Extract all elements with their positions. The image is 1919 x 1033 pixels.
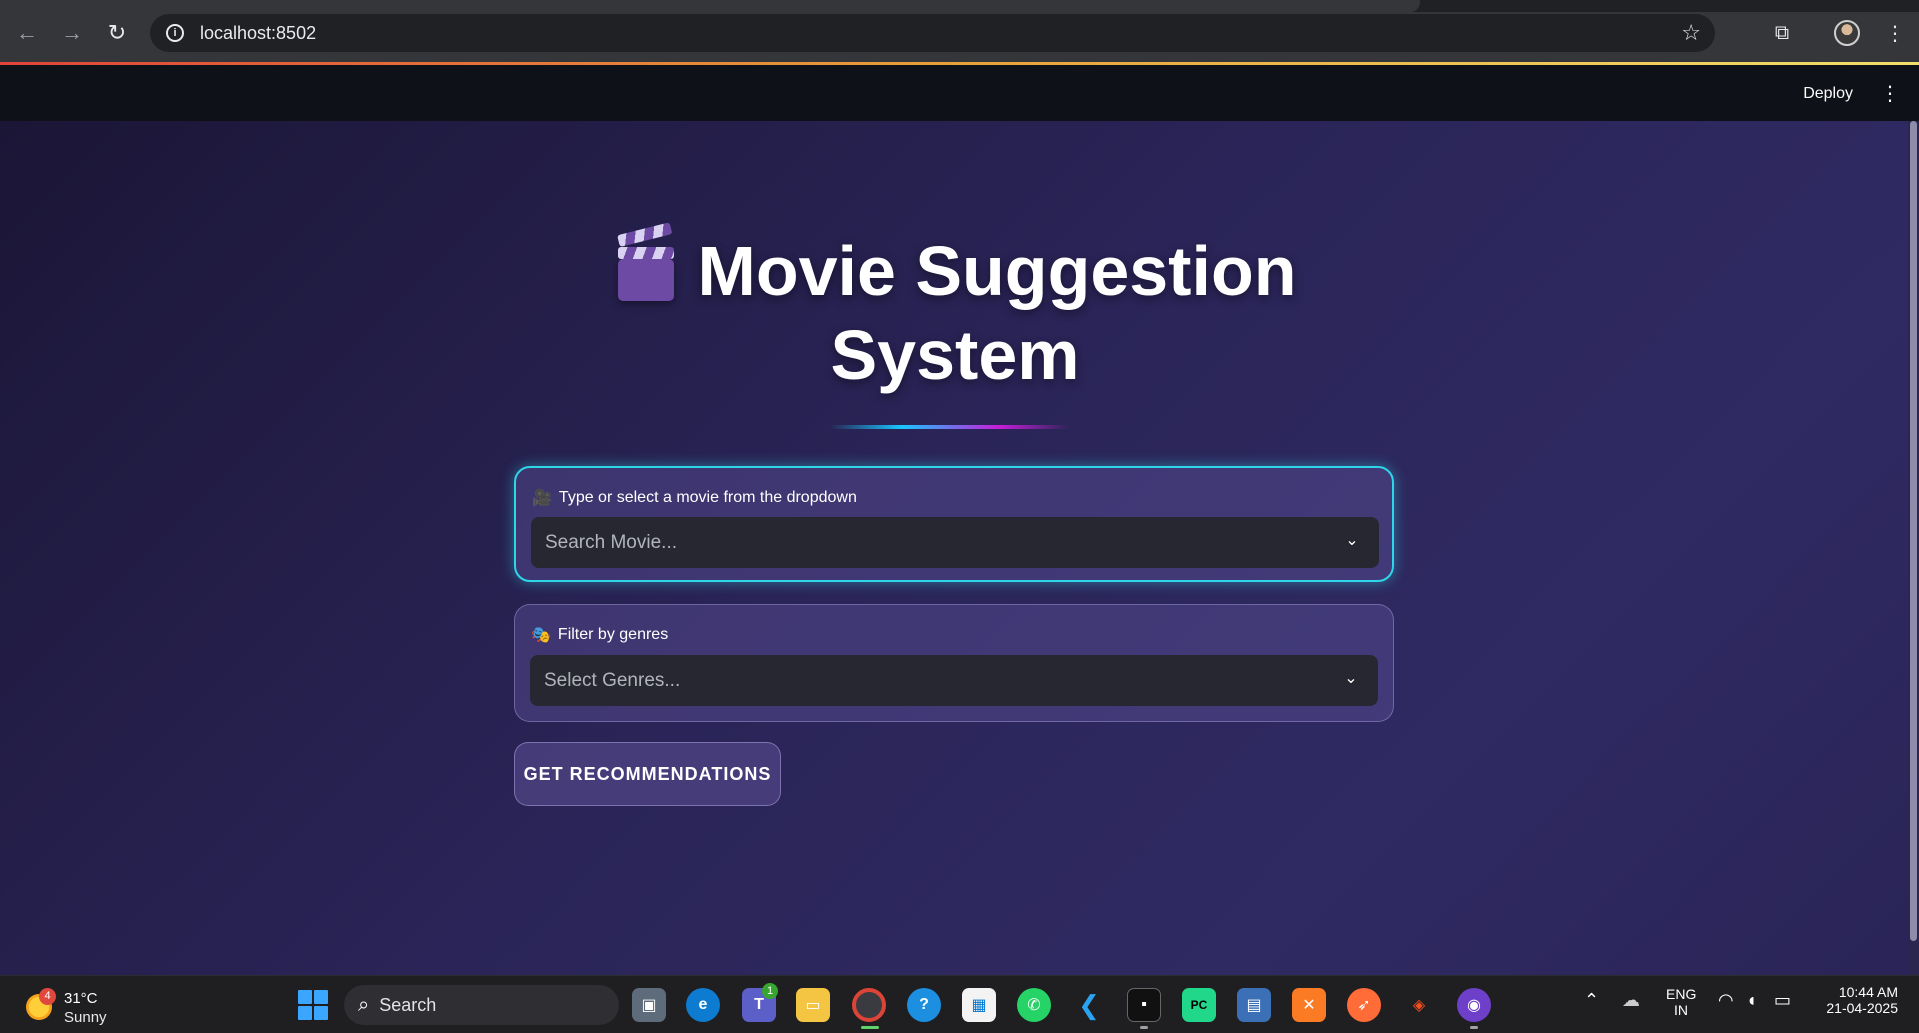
deploy-button[interactable]: Deploy (1795, 79, 1861, 109)
chrome-menu-icon[interactable]: ⋮ (1878, 16, 1912, 50)
title-underline (830, 425, 1070, 429)
language-indicator[interactable]: ENG IN (1666, 986, 1696, 1018)
weather-widget[interactable]: 4 31°C Sunny (24, 984, 144, 1026)
microsoft-store-icon[interactable]: ▦ (962, 988, 996, 1022)
onedrive-offline-icon[interactable]: ☁ (1622, 990, 1640, 1011)
search-icon: ⌕ (358, 993, 370, 1016)
taskbar-search-label: Search (379, 994, 437, 1015)
weather-badge: 4 (39, 988, 56, 1005)
volume-icon[interactable]: ◖ (1746, 990, 1757, 1011)
browser-chrome: ← → ↻ i localhost:8502 ☆ ⧉ ⋮ (0, 0, 1919, 65)
python-icon[interactable]: ▤ (1237, 988, 1271, 1022)
task-view-icon[interactable]: ▣ (632, 988, 666, 1022)
clock[interactable]: 10:44 AM 21-04-2025 (1818, 984, 1898, 1016)
genre-filter-label: 🎭 Filter by genres (531, 625, 668, 645)
running-app-indicator (1140, 1026, 1148, 1029)
address-bar[interactable]: i localhost:8502 ☆ (150, 14, 1715, 52)
active-app-indicator (861, 1026, 879, 1029)
postman-icon[interactable]: ➶ (1347, 988, 1381, 1022)
clock-date: 21-04-2025 (1826, 1000, 1898, 1016)
page-scrollbar[interactable] (1908, 121, 1919, 975)
weather-condition: Sunny (64, 1009, 107, 1026)
back-icon[interactable]: ← (12, 18, 42, 48)
genre-select-placeholder: Select Genres... (544, 669, 681, 691)
extensions-icon[interactable]: ⧉ (1765, 16, 1799, 50)
main-menu-icon[interactable]: ⋮ (1879, 81, 1901, 106)
movie-select-card: 🎥 Type or select a movie from the dropdo… (514, 466, 1394, 582)
language-line1: ENG (1666, 986, 1697, 1002)
running-app-indicator (1470, 1026, 1478, 1029)
bookmark-star-icon[interactable]: ☆ (1681, 20, 1701, 46)
pycharm-icon[interactable]: PC (1182, 988, 1216, 1022)
movie-search-select[interactable]: Search Movie... ⌄ (531, 517, 1379, 568)
clock-time: 10:44 AM (1838, 984, 1898, 1000)
reload-icon[interactable]: ↻ (102, 18, 132, 48)
github-desktop-icon[interactable]: ◉ (1457, 988, 1491, 1022)
weather-temp: 31°C (64, 990, 98, 1007)
movie-search-placeholder: Search Movie... (545, 531, 677, 553)
taskbar-search[interactable]: ⌕ Search (344, 985, 619, 1025)
file-explorer-icon[interactable]: ▭ (796, 988, 830, 1022)
chevron-down-icon[interactable]: ⌄ (1341, 530, 1363, 552)
site-info-icon[interactable]: i (166, 24, 184, 42)
app-main: Movie Suggestion System 🎥 Type or select… (0, 121, 1908, 975)
get-help-icon[interactable]: ? (907, 988, 941, 1022)
genre-multiselect[interactable]: Select Genres... ⌄ (530, 655, 1378, 706)
page-title-text: Movie Suggestion System (697, 232, 1297, 394)
movie-select-label-text: Type or select a movie from the dropdown (558, 489, 857, 506)
windows-taskbar: 4 31°C Sunny ⌕ Search ▣ e T 1 ▭ ? ▦ ✆ ❮ … (0, 975, 1919, 1033)
chevron-down-icon[interactable]: ⌄ (1340, 668, 1362, 690)
whatsapp-icon[interactable]: ✆ (1017, 988, 1051, 1022)
page-title: Movie Suggestion System (600, 222, 1310, 397)
forward-icon[interactable]: → (57, 18, 87, 48)
app-header: Deploy ⋮ (0, 65, 1919, 121)
xampp-icon[interactable]: ✕ (1292, 988, 1326, 1022)
wifi-icon[interactable]: ◠ (1718, 990, 1734, 1011)
movie-camera-icon: 🎥 (532, 490, 552, 507)
edge-icon[interactable]: e (686, 988, 720, 1022)
vscode-icon[interactable]: ❮ (1072, 988, 1106, 1022)
genre-filter-label-text: Filter by genres (557, 626, 669, 643)
get-recommendations-button[interactable]: GET RECOMMENDATIONS (514, 742, 781, 806)
terminal-app-icon[interactable]: ▪ (1127, 988, 1161, 1022)
teams-badge: 1 (762, 983, 778, 999)
language-line2: IN (1674, 1002, 1688, 1018)
figma-icon[interactable]: ◈ (1402, 988, 1436, 1022)
windows-start-icon[interactable] (298, 990, 328, 1020)
chrome-icon[interactable] (852, 988, 886, 1022)
movie-select-label: 🎥 Type or select a movie from the dropdo… (532, 488, 857, 508)
scrollbar-thumb[interactable] (1910, 121, 1917, 941)
battery-icon[interactable]: ▭ (1774, 990, 1791, 1011)
show-hidden-icons-icon[interactable]: ⌃ (1584, 990, 1599, 1011)
clapperboard-icon (614, 222, 674, 301)
tab-strip (0, 0, 1919, 12)
genre-filter-card: 🎭 Filter by genres Select Genres... ⌄ (514, 604, 1394, 722)
profile-avatar[interactable] (1834, 20, 1860, 46)
active-tab[interactable] (0, 0, 1420, 12)
url-text[interactable]: localhost:8502 (200, 23, 316, 44)
theater-masks-icon: 🎭 (531, 627, 551, 644)
